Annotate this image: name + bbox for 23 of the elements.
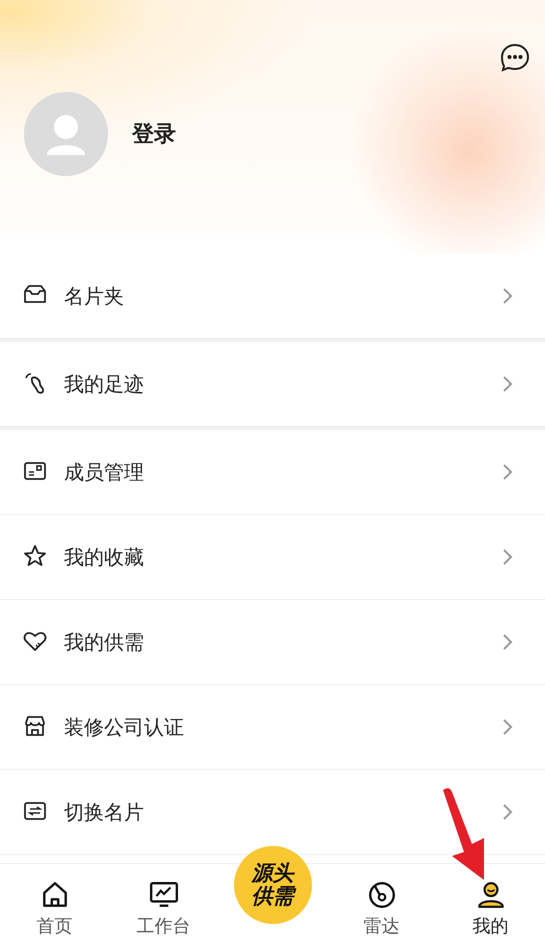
- chevron-right-icon: [501, 287, 515, 305]
- menu-item[interactable]: 装修公司认证: [0, 685, 545, 770]
- person-icon: [476, 880, 506, 910]
- menu-item[interactable]: 我的足迹: [0, 342, 545, 427]
- chevron-right-icon: [501, 803, 515, 821]
- chevron-right-icon: [501, 718, 515, 736]
- menu-item[interactable]: 名片夹: [0, 254, 545, 339]
- tab[interactable]: 首页: [0, 864, 109, 944]
- chevron-right-icon: [501, 548, 515, 566]
- tab[interactable]: 雷达: [327, 864, 436, 944]
- menu-item[interactable]: 我的收藏: [0, 515, 545, 600]
- chevron-right-icon: [501, 463, 515, 481]
- login-link[interactable]: 登录: [132, 119, 176, 149]
- chart-monitor-icon: [148, 880, 178, 910]
- chat-icon[interactable]: [499, 42, 531, 74]
- menu-item[interactable]: 成员管理: [0, 430, 545, 515]
- tab[interactable]: 我的: [436, 864, 545, 944]
- center-tab-button[interactable]: 源头供需: [234, 846, 312, 924]
- menu-item[interactable]: 我的供需: [0, 600, 545, 685]
- chevron-right-icon: [501, 633, 515, 651]
- tab[interactable]: 工作台: [109, 864, 218, 944]
- chevron-right-icon: [501, 375, 515, 393]
- radar-icon: [366, 880, 396, 910]
